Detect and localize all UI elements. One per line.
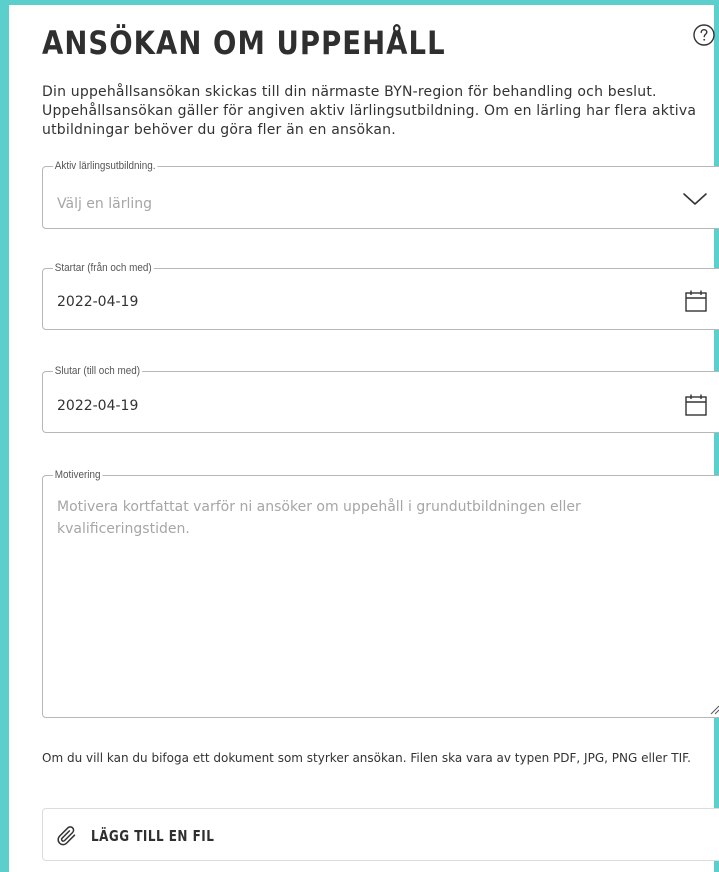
motivation-placeholder: Motivera kortfattat varför ni ansöker om… xyxy=(57,499,581,537)
end-date-field[interactable]: Slutar (till och med) 2022-04-19 xyxy=(42,364,719,433)
page-title: ANSÖKAN OM UPPEHÅLL xyxy=(42,24,446,62)
chevron-down-icon[interactable] xyxy=(682,191,708,207)
motivation-label: Motivering xyxy=(53,468,103,482)
start-date-label: Startar (från och med) xyxy=(53,261,154,275)
resize-handle-icon[interactable] xyxy=(708,703,719,715)
end-date-value: 2022-04-19 xyxy=(57,398,139,414)
attachment-note: Om du vill kan du bifoga ett dokument so… xyxy=(42,751,691,765)
end-date-label: Slutar (till och med) xyxy=(53,364,142,378)
start-date-field[interactable]: Startar (från och med) 2022-04-19 xyxy=(42,261,719,330)
calendar-icon[interactable] xyxy=(684,393,708,417)
start-date-value: 2022-04-19 xyxy=(57,294,139,310)
intro-text: Din uppehållsansökan skickas till din nä… xyxy=(42,84,697,138)
motivation-textarea[interactable]: Motivering Motivera kortfattat varför ni… xyxy=(42,468,719,718)
question-circle-icon[interactable] xyxy=(692,23,716,47)
calendar-icon[interactable] xyxy=(684,289,708,313)
paperclip-icon xyxy=(57,826,76,846)
add-file-label: LÄGG TILL EN FIL xyxy=(91,827,215,845)
add-file-button[interactable]: LÄGG TILL EN FIL xyxy=(42,808,719,861)
education-select[interactable]: Aktiv lärlingsutbildning. Välj en lärlin… xyxy=(42,159,719,229)
education-placeholder: Välj en lärling xyxy=(57,196,152,212)
page-frame: ANSÖKAN OM UPPEHÅLL Din uppehållsansökan… xyxy=(0,0,719,872)
education-label: Aktiv lärlingsutbildning. xyxy=(53,159,158,173)
